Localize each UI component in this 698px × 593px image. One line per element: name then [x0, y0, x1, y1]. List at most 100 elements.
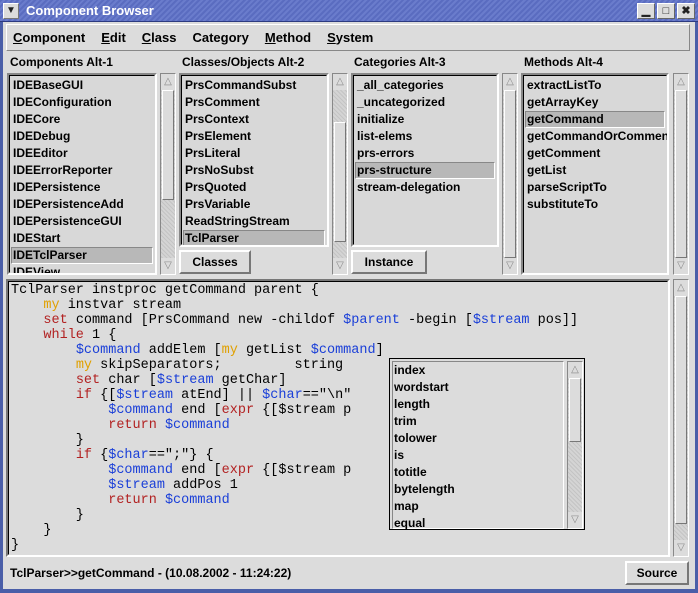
list-item[interactable]: PrsComment	[183, 94, 325, 111]
status-text: TclParser>>getCommand - (10.08.2002 - 11…	[10, 566, 292, 580]
methods-scrollbar[interactable]: △ ▽	[673, 73, 689, 275]
window-menu-icon[interactable]: ▼	[3, 3, 19, 19]
list-item[interactable]: prs-errors	[355, 145, 495, 162]
completion-item[interactable]: tolower	[393, 430, 563, 447]
classes-scrollbar[interactable]: △ ▽	[332, 73, 348, 275]
categories-scrollbar[interactable]: △ ▽	[502, 73, 518, 275]
list-item[interactable]: IDEBaseGUI	[11, 77, 153, 94]
scroll-thumb[interactable]	[162, 90, 174, 200]
scroll-up-icon[interactable]: △	[161, 74, 175, 90]
classes-list[interactable]: PrsCommandSubst PrsComment PrsContext PrsEl…	[179, 73, 329, 247]
list-item[interactable]: PrsElement	[183, 128, 325, 145]
list-item[interactable]: list-elems	[355, 128, 495, 145]
list-item[interactable]: IDEEditor	[11, 145, 153, 162]
scroll-thumb[interactable]	[675, 90, 687, 258]
menu-category[interactable]: Category	[192, 30, 248, 45]
list-item[interactable]: getList	[525, 162, 665, 179]
components-scrollbar[interactable]: △ ▽	[160, 73, 176, 275]
list-item[interactable]: getCommandOrCommen	[525, 128, 667, 145]
menu-method[interactable]: Method	[265, 30, 311, 45]
completion-item[interactable]: wordstart	[393, 379, 563, 396]
completion-item[interactable]: map	[393, 498, 563, 515]
categories-list[interactable]: _all_categories _uncategorized initialize l…	[351, 73, 499, 247]
completion-item[interactable]: totitle	[393, 464, 563, 481]
menu-system[interactable]: System	[327, 30, 373, 45]
source-button[interactable]: Source	[625, 561, 689, 585]
list-item[interactable]: IDEConfiguration	[11, 94, 153, 111]
list-item[interactable]: _all_categories	[355, 77, 495, 94]
list-item[interactable]: PrsVariable	[183, 196, 325, 213]
scroll-down-icon[interactable]: ▽	[503, 258, 517, 274]
list-item[interactable]: PrsLiteral	[183, 145, 325, 162]
list-item[interactable]: IDETclParser	[11, 247, 153, 264]
scroll-thumb[interactable]	[675, 296, 687, 524]
scroll-thumb[interactable]	[504, 90, 516, 258]
categories-pane-label: Categories Alt-3	[354, 55, 446, 69]
completion-scrollbar[interactable]: △ ▽	[567, 361, 583, 529]
editor-scrollbar[interactable]: △ ▽	[673, 279, 689, 557]
list-item[interactable]: prs-structure	[355, 162, 495, 179]
list-item[interactable]: PrsCommandSubst	[183, 77, 325, 94]
scroll-up-icon[interactable]: △	[674, 74, 688, 90]
minimize-icon[interactable]: ▁	[637, 3, 655, 19]
completion-item[interactable]: index	[393, 362, 563, 379]
menu-edit[interactable]: Edit	[101, 30, 126, 45]
list-item[interactable]: initialize	[355, 111, 495, 128]
list-item[interactable]: getCommand	[525, 111, 665, 128]
list-item[interactable]: PrsQuoted	[183, 179, 325, 196]
list-item[interactable]: getArrayKey	[525, 94, 665, 111]
scroll-up-icon[interactable]: △	[333, 74, 347, 90]
scroll-up-icon[interactable]: △	[674, 280, 688, 296]
methods-pane-label: Methods Alt-4	[524, 55, 603, 69]
scroll-down-icon[interactable]: ▽	[161, 258, 175, 274]
scroll-down-icon[interactable]: ▽	[568, 512, 582, 528]
code-line: my instvar stream	[43, 298, 182, 313]
scroll-down-icon[interactable]: ▽	[674, 540, 688, 556]
classes-button[interactable]: Classes	[179, 250, 251, 274]
scroll-up-icon[interactable]: △	[568, 362, 582, 378]
menubar: Component Edit Class Category Method System	[6, 24, 690, 51]
code-line: TclParser instproc getCommand parent {	[11, 283, 319, 298]
list-item[interactable]: IDEView	[11, 264, 153, 273]
menu-component[interactable]: Component	[13, 30, 85, 45]
list-item[interactable]: getComment	[525, 145, 665, 162]
scroll-up-icon[interactable]: △	[503, 74, 517, 90]
code-line: while 1 {	[43, 328, 117, 343]
titlebar[interactable]: ▼ Component Browser ▁ □ ✖	[0, 0, 698, 22]
list-item[interactable]: substituteTo	[525, 196, 665, 213]
list-item[interactable]: IDECore	[11, 111, 153, 128]
completion-item[interactable]: bytelength	[393, 481, 563, 498]
list-item[interactable]: parseScriptTo	[525, 179, 665, 196]
classes-pane-label: Classes/Objects Alt-2	[182, 55, 305, 69]
completion-list[interactable]: index wordstart length trim tolower is totitle…	[392, 361, 564, 532]
scroll-thumb[interactable]	[334, 122, 346, 242]
methods-list[interactable]: extractListTo getArrayKey getCommand getCom…	[521, 73, 669, 275]
instance-button[interactable]: Instance	[351, 250, 427, 274]
maximize-icon[interactable]: □	[657, 3, 675, 19]
scroll-down-icon[interactable]: ▽	[674, 258, 688, 274]
list-item[interactable]: PrsContext	[183, 111, 325, 128]
list-item[interactable]: IDEPersistence	[11, 179, 153, 196]
list-item[interactable]: TclParser	[183, 230, 325, 245]
list-item[interactable]: extractListTo	[525, 77, 665, 94]
completion-popup[interactable]: index wordstart length trim tolower is totitle…	[389, 358, 585, 530]
code-line: set command [PrsCommand new -childof $pa…	[43, 313, 579, 328]
close-icon[interactable]: ✖	[677, 3, 695, 19]
scroll-down-icon[interactable]: ▽	[333, 258, 347, 274]
list-item[interactable]: IDEPersistenceAdd	[11, 196, 153, 213]
list-item[interactable]: stream-delegation	[355, 179, 495, 196]
list-item[interactable]: IDEPersistenceGUI	[11, 213, 153, 230]
completion-item[interactable]: equal	[393, 515, 563, 532]
menu-class[interactable]: Class	[142, 30, 177, 45]
list-item[interactable]: IDEDebug	[11, 128, 153, 145]
list-item[interactable]: _uncategorized	[355, 94, 495, 111]
list-item[interactable]: ReadStringStream	[183, 213, 325, 230]
completion-item[interactable]: trim	[393, 413, 563, 430]
completion-item[interactable]: length	[393, 396, 563, 413]
scroll-thumb[interactable]	[569, 378, 581, 442]
list-item[interactable]: PrsNoSubst	[183, 162, 325, 179]
completion-item[interactable]: is	[393, 447, 563, 464]
components-list[interactable]: IDEBaseGUI IDEConfiguration IDECore IDEDebu…	[7, 73, 157, 275]
list-item[interactable]: IDEStart	[11, 230, 153, 247]
list-item[interactable]: IDEErrorReporter	[11, 162, 153, 179]
